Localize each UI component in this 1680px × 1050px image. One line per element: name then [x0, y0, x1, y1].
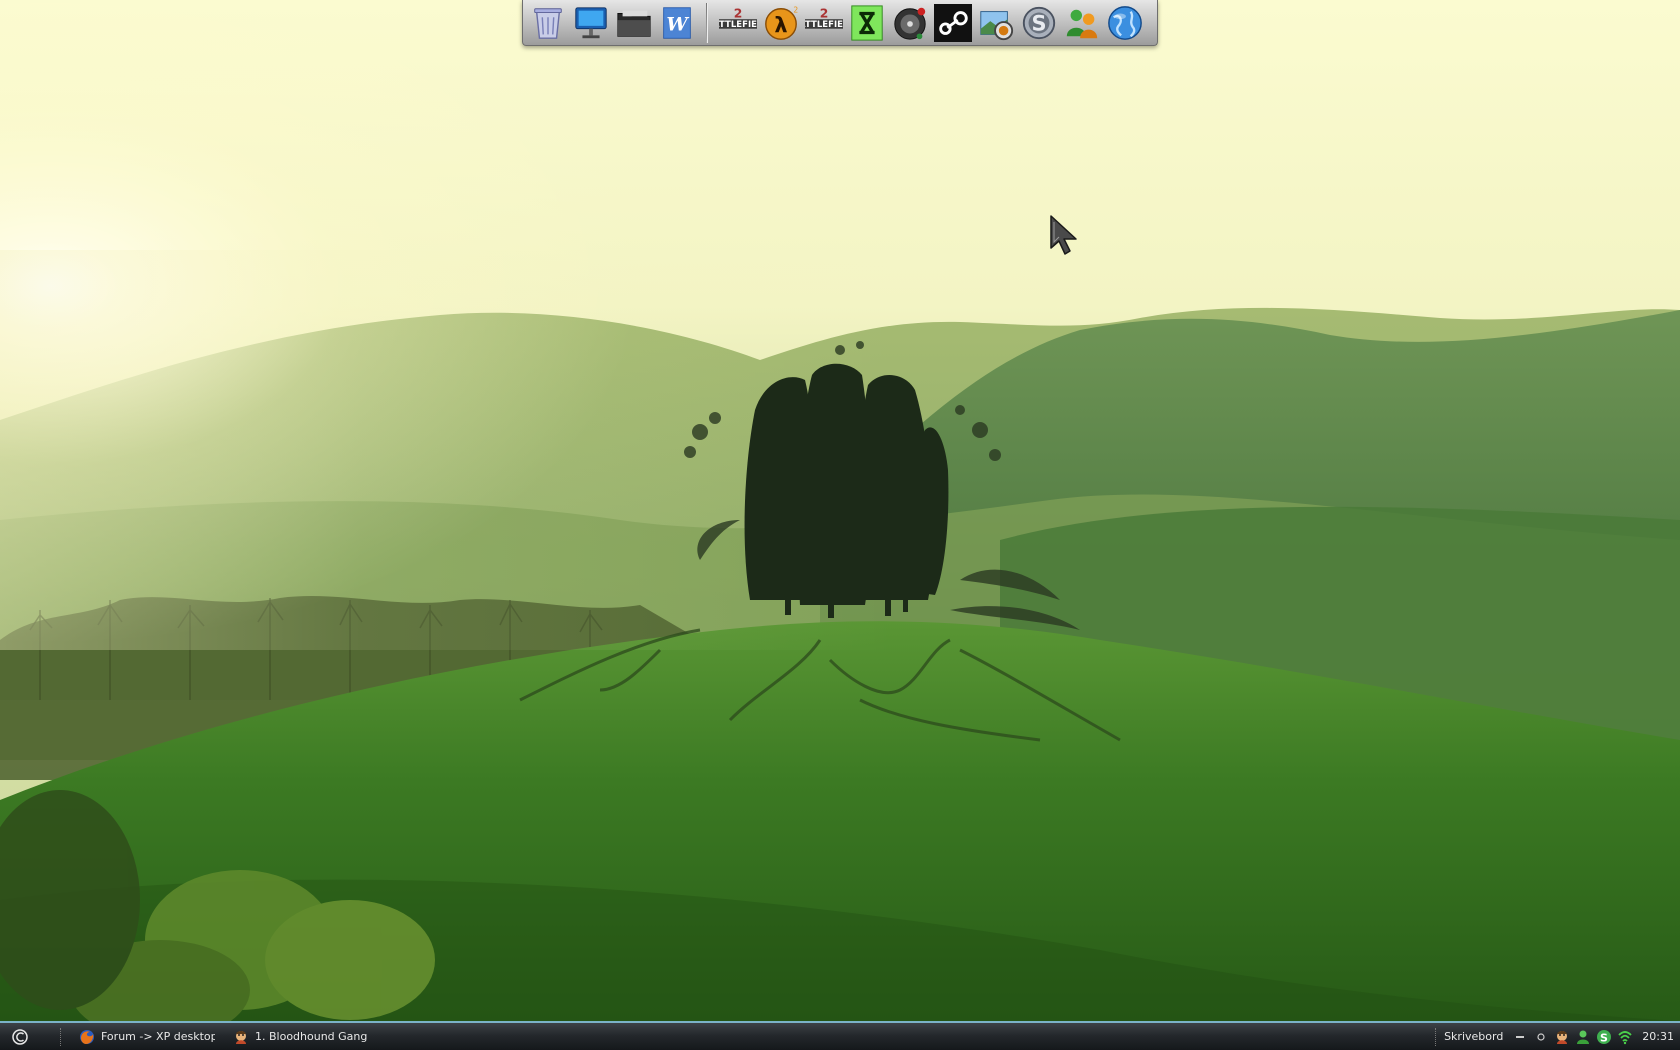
desktop-wallpaper [0, 0, 1680, 1021]
folder-icon[interactable] [614, 3, 654, 43]
xfire-icon[interactable] [847, 3, 887, 43]
skype-tray-icon[interactable]: S [1595, 1028, 1613, 1046]
start-button[interactable] [0, 1023, 40, 1050]
cd-player-icon[interactable] [890, 3, 930, 43]
wireless-network-icon[interactable] [1616, 1028, 1634, 1046]
tray-divider [1435, 1027, 1437, 1046]
task-button-winamp[interactable]: 1. Bloodhound Gang -... [227, 1026, 377, 1048]
battlefield-icon[interactable]: 2BATTLEFIELD [718, 3, 758, 43]
svg-text:2: 2 [733, 6, 742, 20]
desktop-toolbar-label[interactable]: Skrivebord [1444, 1030, 1503, 1043]
skype-icon[interactable]: S [1019, 3, 1059, 43]
task-label: Forum -> XP desktop ... [101, 1030, 215, 1043]
taskbar-divider [60, 1027, 61, 1046]
svg-text:2: 2 [793, 5, 798, 14]
word-icon[interactable]: W [657, 3, 697, 43]
dock-bar: W 2BATTLEFIELD λ2 2BATTLEFIELD S [522, 0, 1158, 46]
battlefield-icon[interactable]: 2BATTLEFIELD [804, 3, 844, 43]
dock-separator [706, 2, 708, 43]
start-orb-icon [12, 1028, 28, 1045]
svg-text:W: W [666, 13, 689, 35]
picture-viewer-icon[interactable] [976, 3, 1016, 43]
winamp-icon [236, 1030, 246, 1044]
svg-text:S: S [1600, 1031, 1608, 1044]
svg-text:S: S [1031, 11, 1046, 35]
svg-text:λ: λ [774, 13, 787, 37]
task-button-firefox[interactable]: Forum -> XP desktop ... [73, 1026, 221, 1048]
tray-dot-icon[interactable] [1532, 1028, 1550, 1046]
steam-icon[interactable] [933, 3, 973, 43]
my-computer-icon[interactable] [571, 3, 611, 43]
firefox-icon [80, 1029, 94, 1044]
svg-text:BATTLEFIELD: BATTLEFIELD [805, 19, 843, 29]
recycle-bin-icon[interactable] [528, 3, 568, 43]
taskbar: Forum -> XP desktop ... 1. Bloodhound Ga… [0, 1021, 1680, 1050]
internet-globe-icon[interactable] [1105, 3, 1145, 43]
half-life-2-icon[interactable]: λ2 [761, 3, 801, 43]
msn-messenger-icon[interactable] [1062, 3, 1102, 43]
tray-dash-icon[interactable] [1511, 1028, 1529, 1046]
mouse-cursor-icon [1048, 214, 1082, 258]
task-label: 1. Bloodhound Gang -... [255, 1030, 371, 1043]
clock[interactable]: 20:31 [1642, 1030, 1674, 1043]
system-tray: S [1511, 1028, 1634, 1046]
svg-text:2: 2 [819, 6, 828, 20]
messenger-tray-icon[interactable] [1574, 1028, 1592, 1046]
winamp-tray-icon[interactable] [1553, 1028, 1571, 1046]
svg-text:BATTLEFIELD: BATTLEFIELD [719, 19, 757, 29]
